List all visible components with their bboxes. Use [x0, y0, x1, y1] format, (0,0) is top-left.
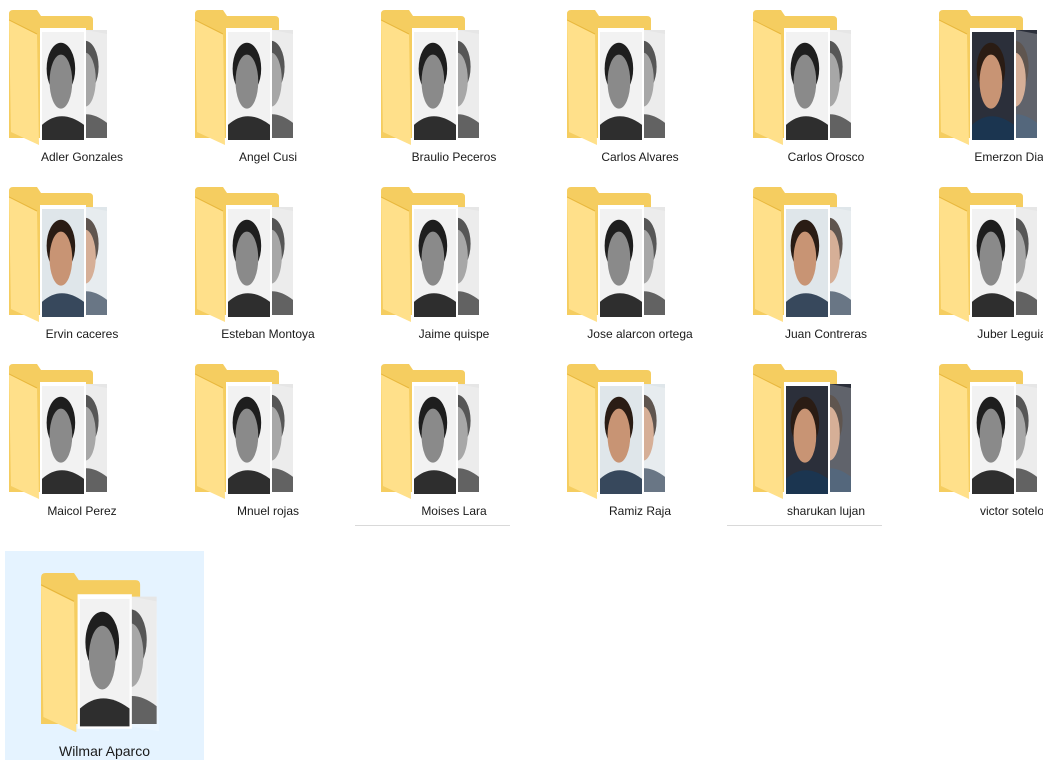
- folder-icon: [939, 187, 1039, 322]
- folder-name: Emerzon Dias: [974, 150, 1043, 164]
- folder-icon: [195, 10, 295, 145]
- folder-item[interactable]: Emerzon Dias: [919, 2, 1043, 174]
- folder-name: Ervin caceres: [45, 327, 119, 341]
- hover-outline: [355, 525, 510, 526]
- folder-icon: [567, 364, 667, 499]
- folder-name: Angel Cusi: [238, 150, 298, 164]
- folder-item[interactable]: Juber Leguia: [919, 179, 1043, 351]
- folder-item[interactable]: Jose alarcon ortega: [547, 179, 733, 351]
- folder-item[interactable]: Mnuel rojas: [175, 356, 361, 528]
- folder-item[interactable]: Braulio Peceros: [361, 2, 547, 174]
- folder-icon: [567, 10, 667, 145]
- folder-icon: [9, 364, 109, 499]
- folder-name: Jose alarcon ortega: [587, 327, 693, 341]
- folder-grid: Adler Gonzales Angel Cusi Braulio Peceros C…: [0, 0, 1043, 760]
- folder-icon: [381, 187, 481, 322]
- folder-name: Adler Gonzales: [40, 150, 124, 164]
- folder-item[interactable]: Carlos Orosco: [733, 2, 919, 174]
- folder-item[interactable]: Ervin caceres: [0, 179, 175, 351]
- folder-item[interactable]: sharukan lujan: [733, 356, 919, 528]
- folder-icon: [195, 364, 295, 499]
- folder-name: Braulio Peceros: [411, 150, 497, 164]
- folder-name: sharukan lujan: [786, 504, 866, 518]
- folder-item[interactable]: Adler Gonzales: [0, 2, 175, 174]
- folder-icon: [753, 187, 853, 322]
- folder-icon: [939, 10, 1039, 145]
- hover-outline: [727, 525, 882, 526]
- folder-item[interactable]: Carlos Alvares: [547, 2, 733, 174]
- folder-item[interactable]: victor sotelo: [919, 356, 1043, 528]
- folder-name: victor sotelo: [979, 504, 1043, 518]
- folder-item[interactable]: Esteban Montoya: [175, 179, 361, 351]
- folder-name: Maicol Perez: [47, 504, 117, 518]
- folder-item[interactable]: Juan Contreras: [733, 179, 919, 351]
- folder-name: Carlos Orosco: [787, 150, 865, 164]
- folder-icon: [939, 364, 1039, 499]
- folder-name: Esteban Montoya: [221, 327, 315, 341]
- folder-icon: [753, 10, 853, 145]
- folder-icon: [195, 187, 295, 322]
- folder-item[interactable]: Wilmar Aparco: [5, 551, 204, 760]
- folder-name: Mnuel rojas: [236, 504, 300, 518]
- folder-name: Wilmar Aparco: [58, 743, 151, 759]
- folder-name: Juber Leguia: [977, 327, 1043, 341]
- folder-icon: [567, 187, 667, 322]
- folder-icon: [381, 10, 481, 145]
- folder-item[interactable]: Jaime quispe: [361, 179, 547, 351]
- folder-item[interactable]: Moises Lara: [361, 356, 547, 528]
- folder-name: Ramiz Raja: [608, 504, 671, 518]
- folder-icon: [9, 10, 109, 145]
- folder-icon: [41, 573, 159, 733]
- folder-name: Moises Lara: [421, 504, 487, 518]
- folder-name: Jaime quispe: [418, 327, 490, 341]
- folder-item[interactable]: Ramiz Raja: [547, 356, 733, 528]
- folder-item[interactable]: Maicol Perez: [0, 356, 175, 528]
- folder-name: Juan Contreras: [784, 327, 868, 341]
- folder-icon: [9, 187, 109, 322]
- folder-name: Carlos Alvares: [601, 150, 679, 164]
- folder-icon: [381, 364, 481, 499]
- folder-item[interactable]: Angel Cusi: [175, 2, 361, 174]
- folder-icon: [753, 364, 853, 499]
